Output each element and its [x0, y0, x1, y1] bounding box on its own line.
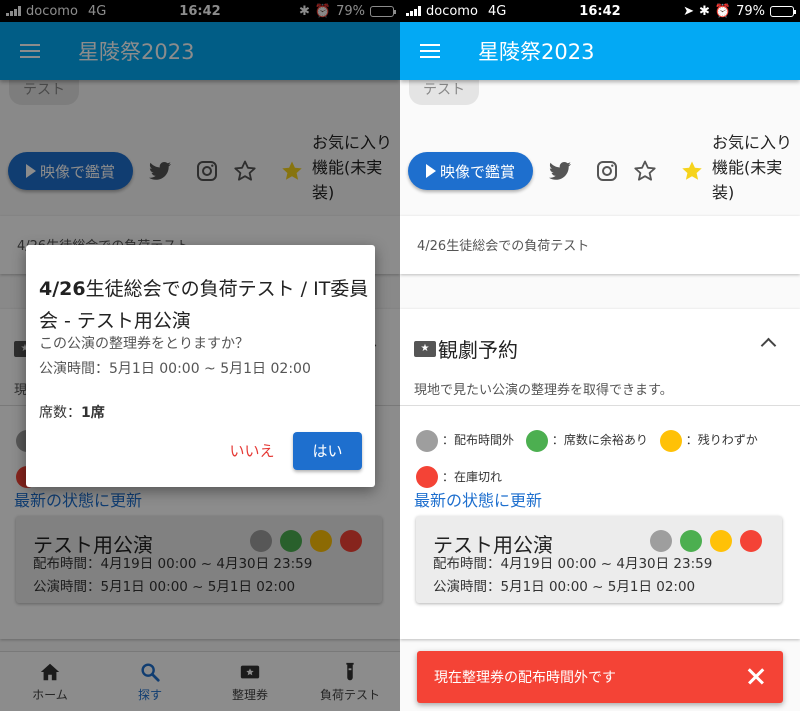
screen-snackbar: docomo 4G 16:42 ➤ ✱ ⏰ 79% 星陵祭2023 テスト 映像… [400, 0, 800, 711]
status-dots [650, 530, 762, 552]
ticket-icon: ★ [414, 340, 436, 357]
no-button[interactable]: いいえ [222, 438, 282, 464]
app-bar: 星陵祭2023 [400, 22, 800, 80]
screen-dialog: docomo 4G 16:42 ✱ ⏰ 79% 星陵祭2023 テスト 映像で鑑… [0, 0, 400, 711]
snackbar: 現在整理券の配布時間外です [417, 651, 783, 703]
show-time: 公演時間：5月1日 00:00 ~ 5月1日 02:00 [433, 579, 696, 595]
legend-label: ：席数に余裕あり [551, 433, 648, 447]
legend-dot-gray [416, 429, 438, 452]
status-dot-yellow [710, 530, 732, 552]
chevron-up-icon[interactable] [760, 337, 777, 354]
snackbar-message: 現在整理券の配布時間外です [434, 670, 616, 686]
reservation-title-text: 観劇予約 [438, 338, 518, 362]
legend-dot-yellow [659, 429, 682, 452]
yes-button[interactable]: はい [293, 432, 362, 470]
refresh-link[interactable]: 最新の状態に更新 [414, 487, 542, 511]
dialog-title: 4/26生徒総会での負荷テスト / IT委員会 - テスト用公演 [39, 273, 369, 337]
reservation-section: ★ 観劇予約 現地で見たい公演の整理券を取得できます。 ：配布時間外 ：席数に余… [400, 309, 800, 639]
carrier: docomo [426, 3, 478, 19]
star-filled-icon[interactable] [680, 159, 704, 183]
legend-dot-green [525, 429, 548, 452]
status-dot-red [740, 530, 762, 552]
watch-video-label: 映像で鑑賞 [439, 162, 515, 181]
seats-label: 席数： [39, 405, 81, 421]
status-dot-gray [650, 530, 672, 552]
seats-value: 1席 [81, 405, 105, 421]
reservation-title: ★ 観劇予約 [414, 334, 518, 363]
close-icon[interactable] [743, 663, 769, 689]
divider [400, 405, 800, 406]
distribution-time: 配布時間：4月19日 00:00 ~ 4月30日 23:59 [433, 556, 713, 572]
app-title: 星陵祭2023 [478, 40, 595, 64]
legend-item: ：残りわずか [659, 426, 758, 455]
location-icon: ➤ [683, 3, 694, 19]
alarm-icon: ⏰ [714, 3, 732, 19]
play-icon [425, 164, 436, 178]
twitter-icon[interactable] [548, 159, 572, 183]
legend-item: ：配布時間外 [416, 426, 514, 455]
bluetooth-icon: ✱ [699, 3, 710, 19]
load-test-card-text: 4/26生徒総会での負荷テスト [417, 239, 590, 254]
legend-label: ：配布時間外 [442, 433, 515, 447]
dialog-title-date: 4/26 [39, 278, 86, 300]
network: 4G [487, 3, 507, 19]
action-row: 映像で鑑賞 お気に入り機能(未実装) [400, 130, 800, 212]
watch-video-button[interactable]: 映像で鑑賞 [408, 152, 533, 190]
status-dot-green [680, 530, 702, 552]
dialog-show-time: 公演時間：5月1日 00:00 ~ 5月1日 02:00 [39, 361, 311, 377]
reservation-dialog: 4/26生徒総会での負荷テスト / IT委員会 - テスト用公演 この公演の整理… [26, 245, 375, 487]
legend-label: ：残りわずか [685, 433, 758, 447]
battery-percent: 79% [736, 3, 765, 19]
favorite-feature-text: お気に入り機能(未実装) [712, 133, 793, 202]
instagram-icon[interactable] [595, 159, 619, 183]
legend-item: ：席数に余裕あり [525, 426, 648, 455]
reservation-description: 現地で見たい公演の整理券を取得できます。 [414, 383, 673, 398]
load-test-card[interactable]: 4/26生徒総会での負荷テスト [400, 216, 800, 274]
dialog-seats: 席数：1席 [39, 402, 105, 422]
tag-chip[interactable]: テスト [409, 80, 479, 105]
performance-card[interactable]: テスト用公演 配布時間：4月19日 00:00 ~ 4月30日 23:59 公演… [416, 516, 782, 603]
dialog-title-text: 生徒総会での負荷テスト / IT委員会 - テスト用公演 [39, 278, 369, 332]
status-bar: docomo 4G 16:42 ➤ ✱ ⏰ 79% [400, 0, 800, 22]
star-outline-icon[interactable] [633, 159, 657, 183]
legend-dot-red [416, 466, 438, 488]
menu-button[interactable] [400, 22, 460, 80]
battery-icon [770, 5, 796, 17]
dialog-question: この公演の整理券をとりますか？ [39, 336, 249, 352]
signal-icon [406, 6, 421, 16]
